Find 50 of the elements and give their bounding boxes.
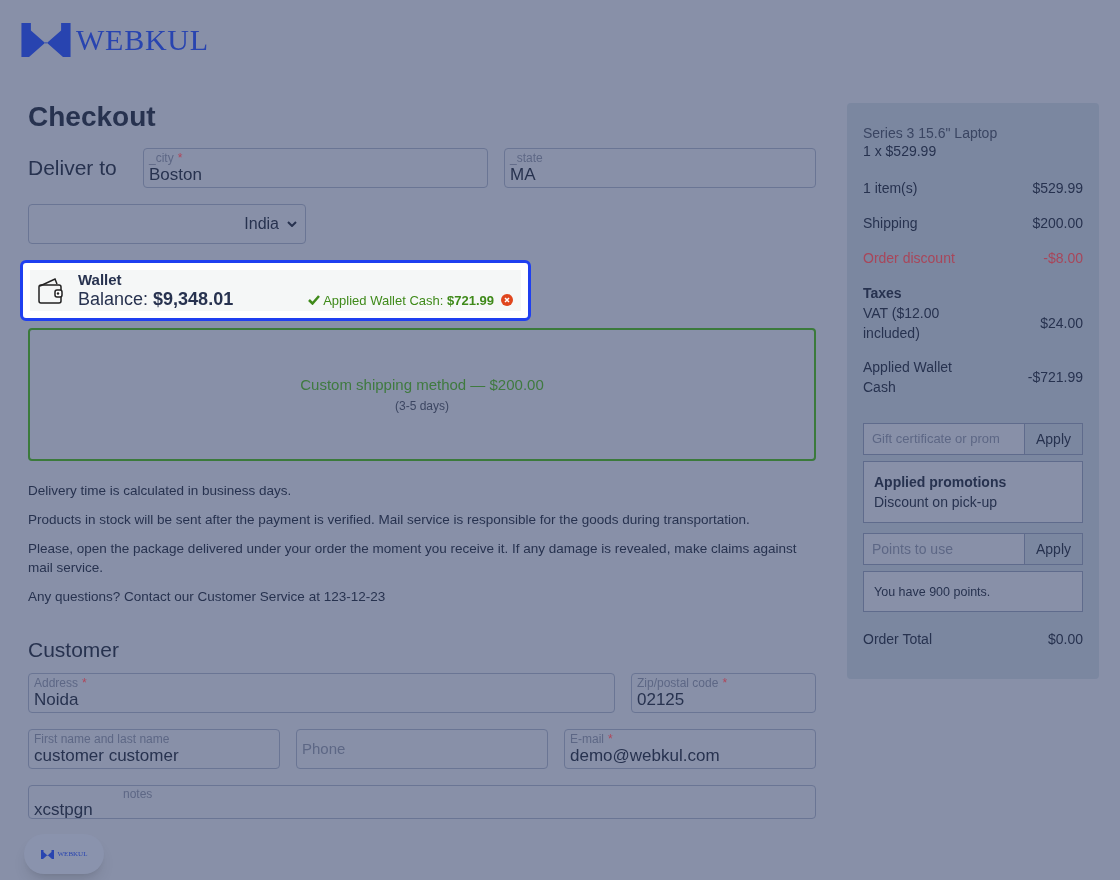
logo-icon xyxy=(40,849,54,859)
remove-icon[interactable] xyxy=(501,294,513,307)
wallet-title: Wallet xyxy=(78,271,123,288)
logo-text: WEBKUL xyxy=(76,25,209,55)
info-text: Delivery time is calculated in business days. xyxy=(28,482,293,500)
note-text: You have 900 points. xyxy=(874,585,991,599)
field-value: Noida xyxy=(34,690,80,709)
shipping-method: Custom shipping method — $200.00 xyxy=(300,375,544,396)
note-title: Applied promotions xyxy=(874,473,1008,492)
page-title: Checkout xyxy=(28,100,157,134)
section-heading: Customer xyxy=(28,637,121,663)
wallet-balance: Balance: $9,348.01 xyxy=(78,288,234,310)
note-text: Discount on pick-up xyxy=(874,493,998,512)
required-mark: * xyxy=(82,677,87,690)
field-value: 02125 xyxy=(637,690,686,709)
field-value: Boston xyxy=(149,165,203,184)
required-mark: * xyxy=(722,677,728,690)
info-text: Products in stock will be sent after the payment is verified. Mail service is responsible for the goods during transportation. xyxy=(28,511,751,529)
shipping-option[interactable]: Custom shipping method — $200.00 (3-5 days) xyxy=(28,328,816,461)
summary-value: -$721.99 xyxy=(1027,368,1083,387)
field-value: demo@webkul.com xyxy=(570,746,721,765)
product-quantity: 1 x $529.99 xyxy=(863,142,938,160)
applied-wallet-cash: Applied Wallet Cash: $721.99 xyxy=(323,291,494,310)
field-value: customer customer xyxy=(34,746,180,765)
logo-icon xyxy=(20,23,72,57)
taxes-heading: Taxes xyxy=(863,284,903,303)
section-heading: Deliver to xyxy=(28,155,118,182)
summary-value: $200.00 xyxy=(1032,214,1083,233)
summary-label: Applied Wallet Cash xyxy=(863,358,953,397)
product-name: Series 3 15.6" Laptop xyxy=(863,124,999,142)
summary-value: $24.00 xyxy=(1040,314,1083,333)
country-select[interactable]: India xyxy=(28,204,306,244)
summary-label: VAT ($12.00 included) xyxy=(863,304,941,343)
required-mark: * xyxy=(608,733,613,746)
info-text: Any questions? Contact our Customer Service at 123-12-23 xyxy=(28,588,387,606)
summary-value: -$8.00 xyxy=(1043,249,1083,268)
shipping-time: (3-5 days) xyxy=(395,397,449,415)
field-value: xcstpgn xyxy=(34,801,94,818)
wallet-icon xyxy=(38,276,64,305)
info-text: Please, open the package delivered under your order the moment you receive it. If any damage is revealed, make claims against mail service. xyxy=(28,540,798,577)
field-value: MA xyxy=(510,165,537,184)
summary-label: 1 item(s) xyxy=(863,179,918,198)
total-label: Order Total xyxy=(863,630,932,649)
check-icon xyxy=(308,295,321,306)
summary-value: $529.99 xyxy=(1032,179,1083,198)
required-mark: * xyxy=(177,152,183,165)
chevron-down-icon xyxy=(287,221,297,227)
summary-label: Shipping xyxy=(863,214,918,233)
summary-label: Order discount xyxy=(863,249,955,268)
total-value: $0.00 xyxy=(1047,630,1083,649)
